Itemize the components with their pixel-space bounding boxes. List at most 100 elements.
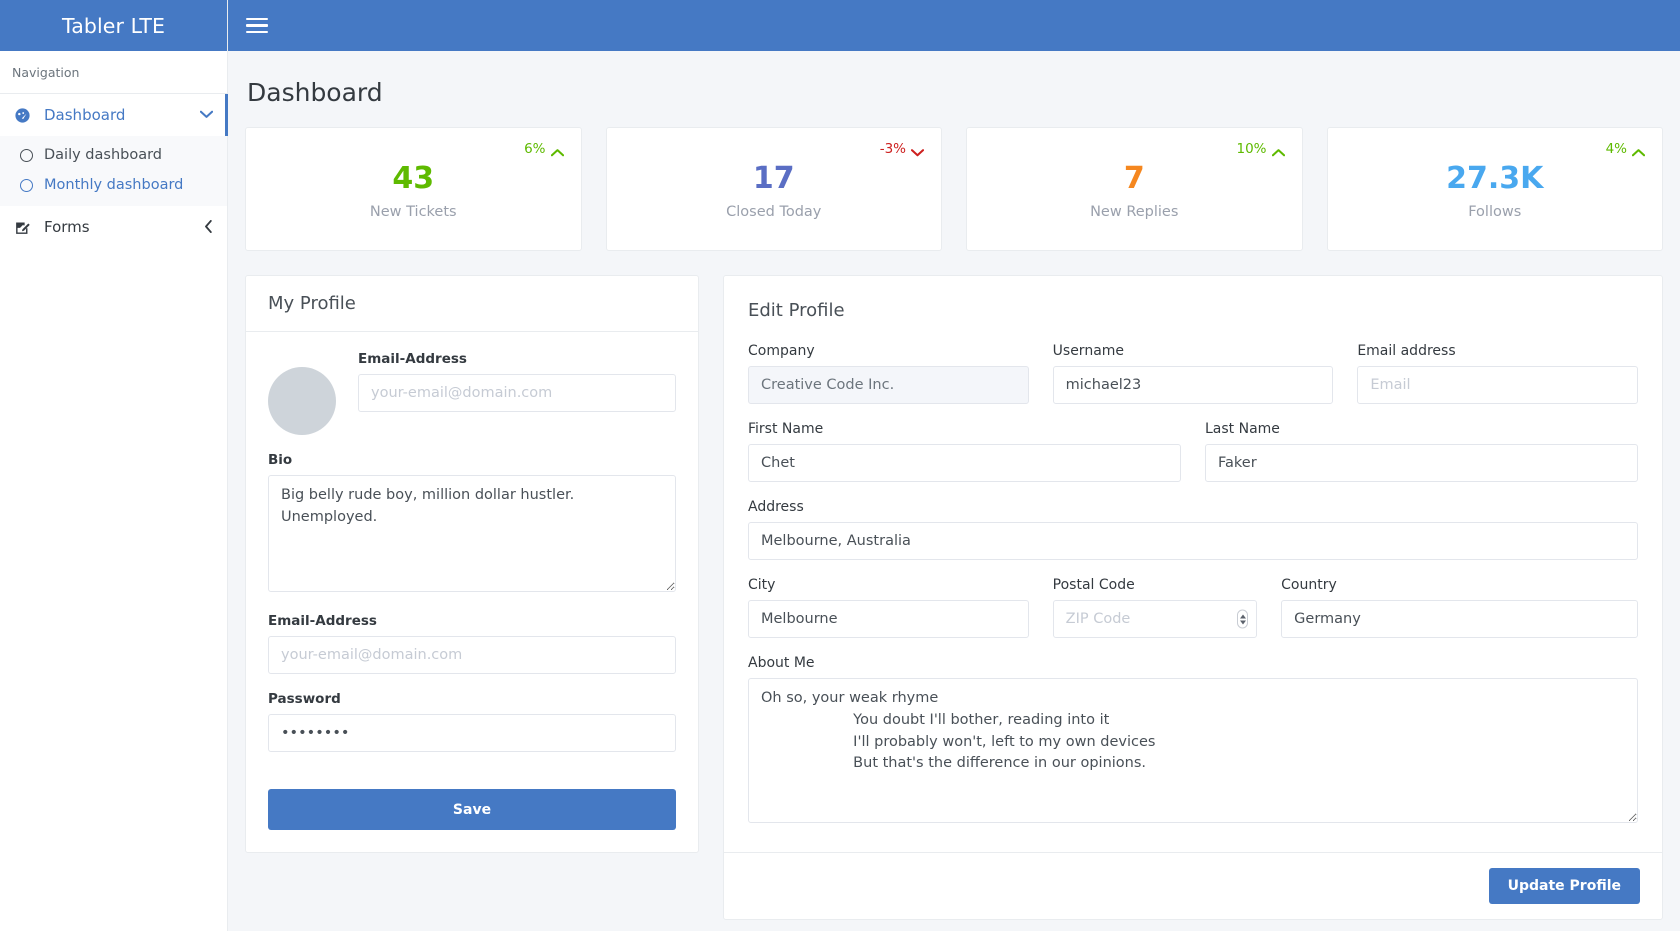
chevron-left-icon[interactable] xyxy=(204,219,213,235)
username-label: Username xyxy=(1052,343,1125,359)
avatar[interactable] xyxy=(268,367,336,435)
stat-card: -3% 17 Closed Today xyxy=(605,127,942,251)
sidebar-item-label: Forms xyxy=(44,218,90,236)
about-me-label: About Me xyxy=(748,655,815,671)
stat-value: 17 xyxy=(752,161,795,196)
edit-profile-card: Edit Profile Company Username xyxy=(723,275,1663,920)
sidebar-subitem-label: Monthly dashboard xyxy=(44,177,184,193)
email-top-label: Email-Address xyxy=(358,351,467,367)
last-name-group: Last Name xyxy=(1205,421,1638,482)
stat-card: 4% 27.3K Follows xyxy=(1326,127,1663,251)
brand-title: Tabler LTE xyxy=(61,13,166,38)
about-me-textarea[interactable]: Oh so, your weak rhyme You doubt I'll bo… xyxy=(748,678,1638,823)
company-group: Company xyxy=(748,343,1029,404)
bio-group: Bio Big belly rude boy, million dollar h… xyxy=(268,452,676,596)
username-input[interactable] xyxy=(1052,366,1334,404)
row-about-me: About Me Oh so, your weak rhyme You doub… xyxy=(748,655,1638,827)
page-title: Dashboard xyxy=(247,78,383,107)
stat-card: 10% 7 New Replies xyxy=(966,127,1303,251)
edit-profile-footer: Update Profile xyxy=(724,852,1662,919)
sidebar-subitem-label: Daily dashboard xyxy=(44,147,163,163)
circle-icon xyxy=(20,178,33,192)
stat-trend: -3% xyxy=(880,141,925,157)
sidebar-nav-list: Dashboard Daily dashboard Monthly dashbo… xyxy=(0,94,228,248)
row-address: Address xyxy=(748,499,1638,560)
address-group: Address xyxy=(748,499,1638,560)
trend-up-icon xyxy=(1271,145,1285,156)
address-input[interactable] xyxy=(748,522,1638,560)
stat-label: Closed Today xyxy=(726,204,822,220)
my-profile-card: My Profile Email-Address Bio Bi xyxy=(245,275,699,853)
row-first-last-name: First Name Last Name xyxy=(748,421,1638,482)
postal-group: Postal Code xyxy=(1052,577,1258,638)
circle-icon xyxy=(20,148,33,162)
profile-avatar-row: Email-Address xyxy=(268,351,676,435)
sidebar-item-daily-dashboard[interactable]: Daily dashboard xyxy=(0,140,227,170)
edit-profile-title: Edit Profile xyxy=(748,300,845,321)
email-input[interactable] xyxy=(1357,366,1638,404)
stat-trend-value: 10% xyxy=(1236,141,1267,157)
sidebar-item-label: Dashboard xyxy=(44,106,126,124)
email-label: Email address xyxy=(1357,343,1456,359)
bio-textarea[interactable]: Big belly rude boy, million dollar hustl… xyxy=(268,475,676,592)
postal-code-wrapper xyxy=(1052,600,1258,638)
company-label: Company xyxy=(748,343,815,359)
stat-label: New Replies xyxy=(1090,204,1179,220)
update-profile-button[interactable]: Update Profile xyxy=(1488,868,1640,904)
city-group: City xyxy=(748,577,1029,638)
stat-card-row: 6% 43 New Tickets -3% 17 Closed Today 10… xyxy=(245,127,1663,251)
last-name-label: Last Name xyxy=(1205,421,1280,437)
email-group: Email address xyxy=(1357,343,1638,404)
company-input xyxy=(748,366,1029,404)
sidebar-subnav: Daily dashboard Monthly dashboard xyxy=(0,136,227,206)
about-me-group: About Me Oh so, your weak rhyme You doub… xyxy=(748,655,1638,827)
country-label: Country xyxy=(1281,577,1337,593)
address-label: Address xyxy=(748,499,804,515)
postal-code-label: Postal Code xyxy=(1052,577,1135,593)
stat-trend-value: 4% xyxy=(1605,141,1627,157)
stat-label: Follows xyxy=(1468,204,1522,220)
chevron-down-icon[interactable] xyxy=(199,109,214,121)
edit-square-icon xyxy=(14,219,36,236)
password-label: Password xyxy=(268,691,341,707)
sidebar-item-forms[interactable]: Forms xyxy=(0,206,227,248)
username-group: Username xyxy=(1052,343,1334,404)
bio-label: Bio xyxy=(268,452,293,468)
profile-email-group: Email-Address xyxy=(358,351,676,412)
trend-up-icon xyxy=(550,145,564,156)
email-bottom-input[interactable] xyxy=(268,636,676,674)
stat-trend: 4% xyxy=(1605,141,1646,157)
page-content: Dashboard 6% 43 New Tickets -3% 17 Close… xyxy=(228,51,1680,931)
sidebar-section-header: Navigation xyxy=(0,51,227,94)
edit-profile-body: Edit Profile Company Username xyxy=(724,276,1662,852)
hamburger-icon[interactable] xyxy=(246,17,268,34)
dashboard-gauge-icon xyxy=(14,107,36,124)
stat-trend-value: 6% xyxy=(524,141,546,157)
stat-label: New Tickets xyxy=(369,204,457,220)
stat-value: 43 xyxy=(392,161,435,196)
first-name-group: First Name xyxy=(748,421,1181,482)
sidebar-item-monthly-dashboard[interactable]: Monthly dashboard xyxy=(0,170,227,200)
password-group: Password xyxy=(268,691,676,752)
stat-value: 27.3K xyxy=(1446,161,1544,196)
brand-logo[interactable]: Tabler LTE xyxy=(0,0,227,51)
last-name-input[interactable] xyxy=(1205,444,1638,482)
country-group: Country xyxy=(1281,577,1638,638)
country-input[interactable] xyxy=(1281,600,1638,638)
stat-value: 7 xyxy=(1123,161,1145,196)
trend-up-icon xyxy=(1631,145,1646,156)
top-navbar xyxy=(228,0,1680,51)
my-profile-header: My Profile xyxy=(246,276,698,332)
stat-card: 6% 43 New Tickets xyxy=(245,127,582,251)
first-name-input[interactable] xyxy=(748,444,1181,482)
city-label: City xyxy=(748,577,776,593)
row-city-postal-country: City Postal Code xyxy=(748,577,1638,638)
postal-code-input[interactable] xyxy=(1052,600,1258,638)
stat-trend: 10% xyxy=(1236,141,1285,157)
save-button[interactable]: Save xyxy=(268,789,676,830)
trend-down-icon xyxy=(910,145,925,156)
sidebar-item-dashboard[interactable]: Dashboard xyxy=(0,94,228,136)
password-input[interactable] xyxy=(268,714,676,752)
email-top-input[interactable] xyxy=(358,374,676,412)
city-input[interactable] xyxy=(748,600,1029,638)
